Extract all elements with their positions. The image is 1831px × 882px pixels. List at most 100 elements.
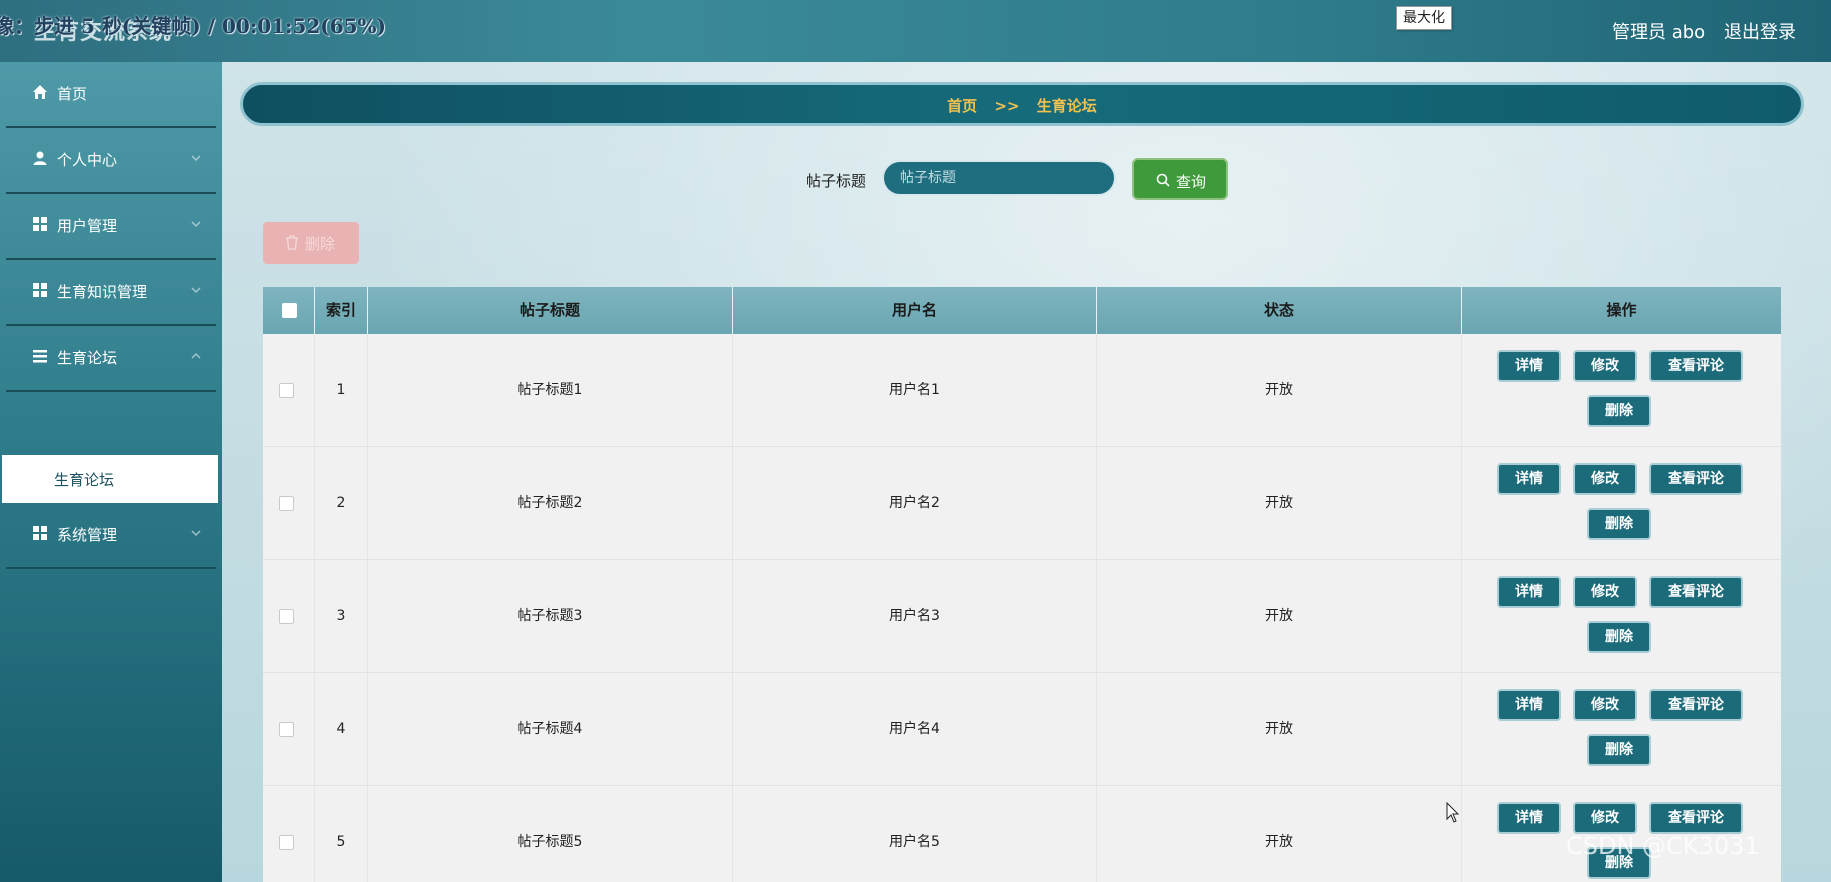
chevron-up-icon (191, 352, 201, 359)
main-content: 首页 >> 生育论坛 帖子标题 查询 删除 索引 帖子标题 用户名 状态 操作 … (222, 62, 1831, 882)
detail-button[interactable]: 详情 (1497, 576, 1561, 608)
table-header: 索引 帖子标题 用户名 状态 操作 (263, 287, 1781, 334)
row-checkbox[interactable] (279, 835, 294, 850)
cell-index: 3 (315, 560, 368, 673)
header-actions: 操作 (1606, 301, 1637, 319)
view-comments-button[interactable]: 查看评论 (1649, 463, 1743, 495)
table-row: 3 帖子标题3 用户名3 开放 详情 修改 查看评论 删除 (263, 560, 1781, 673)
edit-button[interactable]: 修改 (1573, 576, 1637, 608)
header-post-title: 帖子标题 (368, 287, 733, 334)
breadcrumb-current: 生育论坛 (1036, 97, 1097, 115)
trash-icon (286, 235, 298, 250)
sidebar-item-forum[interactable]: 生育论坛 (6, 326, 216, 392)
cell-status: 开放 (1097, 786, 1462, 882)
sidebar-item-home[interactable]: 首页 (6, 62, 216, 128)
view-comments-button[interactable]: 查看评论 (1649, 802, 1743, 834)
sidebar-item-label: 用户管理 (57, 217, 118, 235)
detail-button[interactable]: 详情 (1497, 463, 1561, 495)
batch-delete-label: 删除 (305, 235, 336, 253)
cell-index: 4 (315, 673, 368, 786)
maximize-tooltip: 最大化 (1396, 6, 1452, 30)
row-select (263, 447, 315, 560)
cell-status: 开放 (1097, 560, 1462, 673)
cell-username: 用户名4 (733, 673, 1097, 786)
sidebar: 首页 个人中心 用户管理 生育知识管理 生育论坛 生育论坛 系统管理 (0, 62, 222, 882)
detail-button[interactable]: 详情 (1497, 350, 1561, 382)
cell-username: 用户名5 (733, 786, 1097, 882)
grid-icon (33, 526, 47, 540)
cell-post-title: 帖子标题5 (368, 786, 733, 882)
sidebar-item-knowledge-management[interactable]: 生育知识管理 (6, 260, 216, 326)
row-select (263, 786, 315, 882)
sidebar-item-label: 首页 (57, 85, 88, 103)
cell-index: 5 (315, 786, 368, 882)
mouse-cursor-icon (1446, 802, 1460, 823)
sidebar-subitem-forum[interactable]: 生育论坛 (2, 455, 218, 503)
watermark: CSDN @CK3031 (1566, 832, 1760, 860)
breadcrumb-home[interactable]: 首页 (947, 97, 977, 115)
sidebar-item-label: 个人中心 (57, 151, 118, 169)
cell-index: 2 (315, 447, 368, 560)
search-icon (1156, 173, 1170, 187)
table-row: 4 帖子标题4 用户名4 开放 详情 修改 查看评论 删除 (263, 673, 1781, 786)
cell-actions: 详情 修改 查看评论删除 (1462, 560, 1781, 673)
cell-actions: 详情 修改 查看评论删除 (1462, 447, 1781, 560)
row-select (263, 560, 315, 673)
post-title-search-input[interactable] (882, 160, 1116, 196)
row-select (263, 673, 315, 786)
logout-link[interactable]: 退出登录 (1724, 18, 1796, 44)
sidebar-item-user-management[interactable]: 用户管理 (6, 194, 216, 260)
select-all-checkbox[interactable] (282, 303, 297, 318)
search-label: 帖子标题 (806, 172, 867, 190)
table-row: 5 帖子标题5 用户名5 开放 详情 修改 查看评论 删除 (263, 786, 1781, 882)
cell-post-title: 帖子标题2 (368, 447, 733, 560)
delete-button[interactable]: 删除 (1587, 621, 1651, 653)
admin-user-label: 管理员 abo (1612, 22, 1706, 43)
sidebar-item-personal-center[interactable]: 个人中心 (6, 128, 216, 194)
delete-button[interactable]: 删除 (1587, 508, 1651, 540)
home-icon (33, 85, 47, 99)
row-checkbox[interactable] (279, 722, 294, 737)
list-icon (33, 350, 47, 363)
detail-button[interactable]: 详情 (1497, 689, 1561, 721)
header-status: 状态 (1097, 287, 1462, 334)
cell-post-title: 帖子标题3 (368, 560, 733, 673)
cell-index: 1 (315, 334, 368, 447)
row-checkbox[interactable] (279, 383, 294, 398)
cell-status: 开放 (1097, 673, 1462, 786)
top-bar: 生育交流系统 像：步进 5 秒(关键帧) / 00:01:52(65%) 最大化… (0, 0, 1831, 62)
breadcrumb: 首页 >> 生育论坛 (240, 82, 1804, 126)
breadcrumb-separator: >> (994, 97, 1020, 115)
row-checkbox[interactable] (279, 496, 294, 511)
cell-username: 用户名2 (733, 447, 1097, 560)
forum-posts-table: 索引 帖子标题 用户名 状态 操作 1 帖子标题1 用户名1 开放 详情 修改 查看评论 删除… (263, 287, 1781, 882)
cell-post-title: 帖子标题4 (368, 673, 733, 786)
edit-button[interactable]: 修改 (1573, 689, 1637, 721)
cell-username: 用户名3 (733, 560, 1097, 673)
delete-button[interactable]: 删除 (1587, 395, 1651, 427)
sidebar-item-label: 生育论坛 (57, 349, 118, 367)
header-index: 索引 (315, 287, 368, 334)
view-comments-button[interactable]: 查看评论 (1649, 576, 1743, 608)
edit-button[interactable]: 修改 (1573, 463, 1637, 495)
view-comments-button[interactable]: 查看评论 (1649, 350, 1743, 382)
sidebar-item-system-management[interactable]: 系统管理 (6, 503, 216, 569)
view-comments-button[interactable]: 查看评论 (1649, 689, 1743, 721)
user-icon (33, 151, 47, 165)
table-row: 1 帖子标题1 用户名1 开放 详情 修改 查看评论 删除 (263, 334, 1781, 447)
batch-delete-button[interactable]: 删除 (263, 222, 359, 264)
sidebar-item-label: 系统管理 (57, 526, 118, 544)
grid-icon (33, 217, 47, 231)
cell-status: 开放 (1097, 447, 1462, 560)
edit-button[interactable]: 修改 (1573, 802, 1637, 834)
delete-button[interactable]: 删除 (1587, 734, 1651, 766)
header-username: 用户名 (733, 287, 1097, 334)
video-progress-overlay: 像：步进 5 秒(关键帧) / 00:01:52(65%) (0, 14, 387, 38)
detail-button[interactable]: 详情 (1497, 802, 1561, 834)
sidebar-subitem-label: 生育论坛 (54, 471, 115, 489)
cell-actions: 详情 修改 查看评论删除 (1462, 673, 1781, 786)
query-button-label: 查询 (1176, 173, 1207, 191)
edit-button[interactable]: 修改 (1573, 350, 1637, 382)
query-button[interactable]: 查询 (1132, 158, 1228, 200)
row-checkbox[interactable] (279, 609, 294, 624)
